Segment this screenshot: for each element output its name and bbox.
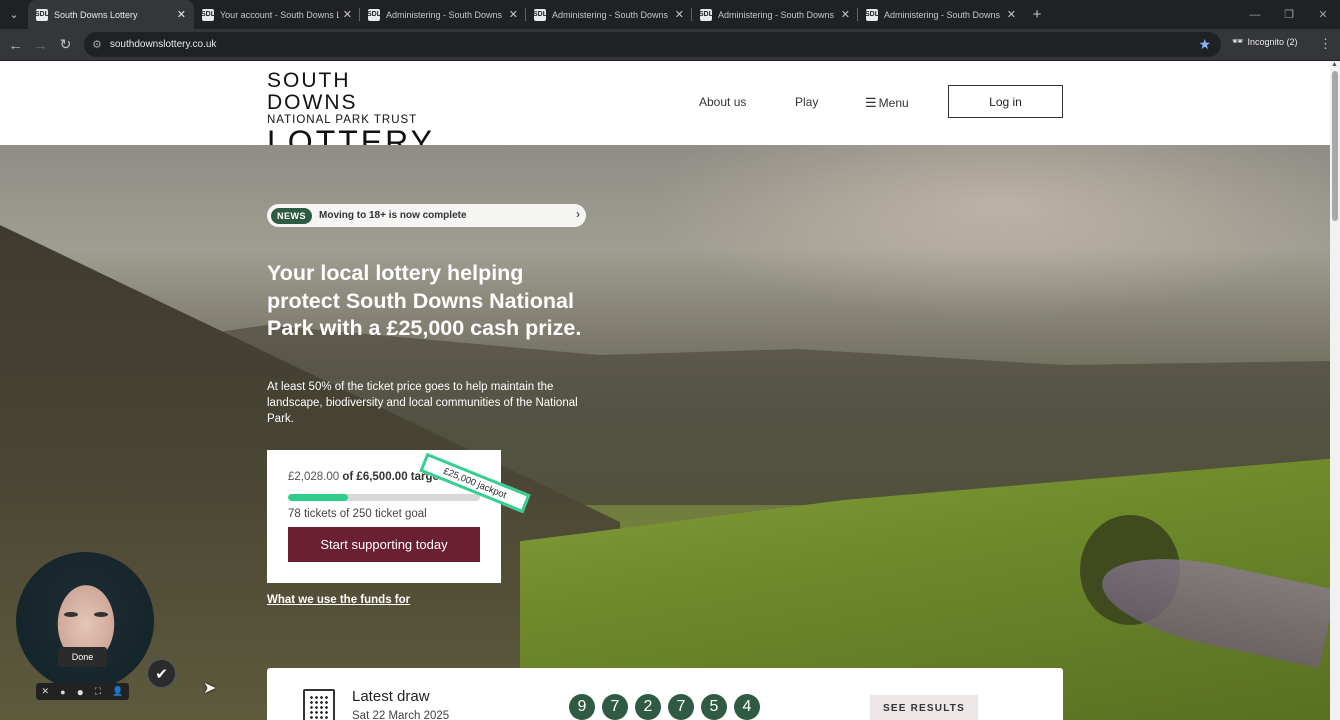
draw-number-ball: 7 — [668, 694, 694, 720]
draw-number-ball: 5 — [701, 694, 727, 720]
incognito-icon: 🕶 — [1232, 36, 1244, 46]
favicon-icon: SDL — [201, 8, 215, 21]
nav-menu[interactable]: ☰ Menu — [865, 95, 909, 111]
lottery-ticket-icon — [303, 689, 335, 720]
tab-south-downs-lottery[interactable]: SDL South Downs Lottery ✕ — [28, 0, 194, 29]
address-bar[interactable]: ⚙ southdownslottery.co.uk ★ — [84, 32, 1221, 57]
tab-title: Administering - South Downs L — [884, 9, 1003, 20]
incognito-label: Incognito (2) — [1247, 36, 1298, 47]
minimize-icon[interactable]: — — [1238, 0, 1272, 29]
browser-toolbar: ← → ↻ ⚙ southdownslottery.co.uk ★ 🕶 Inco… — [0, 29, 1340, 60]
draw-number-ball: 4 — [734, 694, 760, 720]
latest-draw-panel: Latest draw Sat 22 March 2025 9 7 2 7 5 … — [267, 668, 1063, 720]
site-logo[interactable]: SOUTH DOWNS NATIONAL PARK TRUST LOTTERY — [267, 69, 432, 159]
draw-number-ball: 7 — [602, 694, 628, 720]
mouse-cursor-icon: ➤ — [203, 680, 217, 697]
browser-menu-icon[interactable]: ⋮ — [1319, 36, 1332, 52]
draw-date: Sat 22 March 2025 — [352, 710, 450, 720]
tab-title: Administering - South Downs L — [552, 9, 671, 20]
reload-icon[interactable]: ↻ — [53, 32, 78, 57]
back-icon[interactable]: ← — [3, 32, 28, 57]
news-text: Moving to 18+ is now complete — [319, 210, 467, 221]
finish-recording-check-icon[interactable]: ✔ — [146, 658, 177, 689]
tab-administering-4[interactable]: SDL Administering - South Downs L ✕ — [858, 0, 1024, 29]
close-tab-icon[interactable]: ✕ — [509, 8, 518, 21]
news-banner[interactable]: NEWS Moving to 18+ is now complete › — [267, 204, 586, 227]
draw-numbers: 9 7 2 7 5 4 — [569, 694, 760, 720]
incognito-indicator[interactable]: 🕶 Incognito (2) — [1232, 36, 1297, 47]
favicon-icon: SDL — [699, 8, 713, 21]
webcam-bubble[interactable] — [16, 552, 154, 690]
forward-icon[interactable]: → — [28, 32, 53, 57]
tab-title: South Downs Lottery — [54, 9, 138, 20]
webcam-eye-right — [94, 612, 108, 617]
draw-number-ball: 9 — [569, 694, 595, 720]
logo-line1: SOUTH DOWNS — [267, 69, 358, 114]
raised-value: £2,028.00 — [288, 471, 340, 483]
window-controls: — ❐ ✕ — [1238, 0, 1340, 29]
close-tab-icon[interactable]: ✕ — [675, 8, 684, 21]
progress-bar — [288, 494, 480, 501]
raised-amount: £2,028.00 of £6,500.00 target — [288, 471, 443, 483]
scroll-up-icon[interactable]: ▲ — [1331, 61, 1338, 68]
camera-user-icon[interactable]: 👤 — [112, 686, 123, 697]
hamburger-icon: ☰ — [865, 95, 877, 110]
done-tooltip: Done — [58, 647, 107, 667]
recorder-controls: ✕ ● ● ⛶ 👤 — [36, 683, 129, 700]
tab-search-chevron-icon[interactable]: ⌄ — [0, 0, 28, 29]
tab-administering-3[interactable]: SDL Administering - South Downs L ✕ — [692, 0, 858, 29]
url-text: southdownslottery.co.uk — [109, 39, 217, 50]
hero-subtitle: At least 50% of the ticket price goes to… — [267, 381, 578, 425]
login-button[interactable]: Log in — [948, 85, 1063, 118]
close-window-icon[interactable]: ✕ — [1306, 0, 1340, 29]
favicon-icon: SDL — [35, 8, 49, 21]
progress-fill — [288, 494, 348, 501]
site-info-icon[interactable]: ⚙ — [92, 38, 102, 51]
tab-title: Your account - South Downs Lo — [220, 9, 339, 20]
site-header: SOUTH DOWNS NATIONAL PARK TRUST LOTTERY … — [0, 61, 1330, 158]
tab-title: Administering - South Downs L — [718, 9, 837, 20]
draw-title: Latest draw — [352, 688, 430, 705]
nav-about-us[interactable]: About us — [699, 95, 746, 109]
bookmark-star-icon[interactable]: ★ — [1198, 36, 1211, 53]
favicon-icon: SDL — [865, 8, 879, 21]
tickets-goal: 78 tickets of 250 ticket goal — [288, 508, 427, 520]
cancel-recording-icon[interactable]: ✕ — [42, 686, 50, 697]
favicon-icon: SDL — [367, 8, 381, 21]
start-supporting-button[interactable]: Start supporting today — [288, 527, 480, 562]
nav-play[interactable]: Play — [795, 95, 818, 109]
close-tab-icon[interactable]: ✕ — [1007, 8, 1016, 21]
draw-number-ball: 2 — [635, 694, 661, 720]
nav-menu-label: Menu — [878, 96, 909, 110]
page-scrollbar[interactable]: ▲ — [1330, 61, 1340, 720]
tab-your-account[interactable]: SDL Your account - South Downs Lo ✕ — [194, 0, 360, 29]
close-tab-icon[interactable]: ✕ — [841, 8, 850, 21]
see-results-button[interactable]: SEE RESULTS — [870, 695, 978, 720]
close-tab-icon[interactable]: ✕ — [343, 8, 352, 21]
restore-icon[interactable]: ❐ — [1272, 0, 1306, 29]
chevron-right-icon: › — [576, 207, 580, 221]
hero-section: NEWS Moving to 18+ is now complete › You… — [0, 145, 1330, 720]
hero-title: Your local lottery helping protect South… — [267, 261, 582, 340]
tab-title: Administering - South Downs L — [386, 9, 505, 20]
webcam-eye-left — [64, 612, 78, 617]
fullscreen-icon[interactable]: ⛶ — [95, 686, 101, 697]
favicon-icon: SDL — [533, 8, 547, 21]
pause-dot-icon[interactable]: ● — [60, 687, 65, 697]
browser-tab-bar: ⌄ SDL South Downs Lottery ✕ SDL Your acc… — [0, 0, 1340, 29]
tab-administering-2[interactable]: SDL Administering - South Downs L ✕ — [526, 0, 692, 29]
tab-administering-1[interactable]: SDL Administering - South Downs L ✕ — [360, 0, 526, 29]
scrollbar-thumb[interactable] — [1332, 71, 1338, 221]
new-tab-icon[interactable]: + — [1024, 0, 1050, 29]
web-page: SOUTH DOWNS NATIONAL PARK TRUST LOTTERY … — [0, 61, 1330, 720]
record-dot-icon[interactable]: ● — [77, 685, 84, 699]
funds-link[interactable]: What we use the funds for — [267, 594, 410, 606]
close-tab-icon[interactable]: ✕ — [177, 8, 186, 21]
news-badge: NEWS — [271, 207, 312, 224]
